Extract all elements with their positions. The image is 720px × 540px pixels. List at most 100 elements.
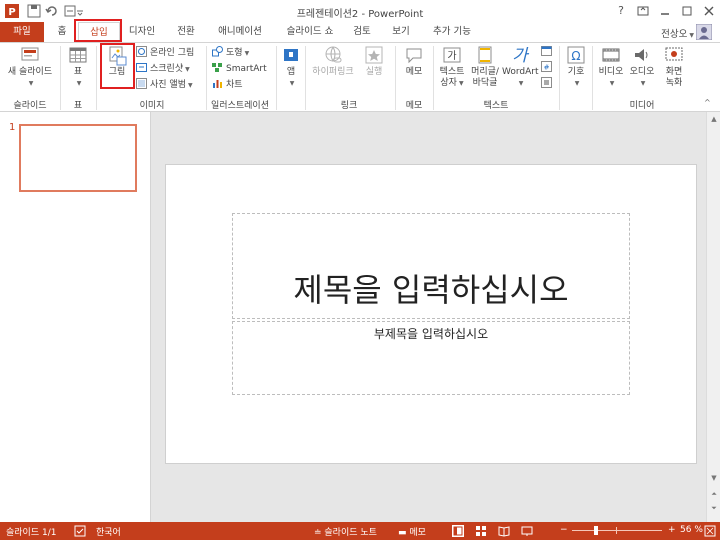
- object-button[interactable]: [541, 77, 555, 91]
- video-button[interactable]: 비디오 ▼: [596, 45, 626, 89]
- smartart-icon: [212, 62, 223, 73]
- photo-album-icon: [136, 78, 147, 89]
- ribbon-display-options-icon[interactable]: [632, 2, 654, 20]
- vertical-scrollbar[interactable]: ▲ ▼ ⏶ ⏷: [706, 112, 720, 522]
- minimize-icon[interactable]: [654, 2, 676, 20]
- zoom-out-button[interactable]: −: [560, 525, 568, 535]
- group-separator: [559, 46, 560, 110]
- slide-thumbnail-panel: 1: [0, 112, 151, 522]
- omega-icon: Ω: [566, 45, 586, 65]
- hyperlink-label: 하이퍼링크: [312, 67, 354, 77]
- photo-album-label: 사진 앨범: [150, 80, 186, 90]
- group-separator: [433, 46, 434, 110]
- shapes-icon: [212, 46, 223, 57]
- previous-slide-icon[interactable]: ⏶: [709, 490, 719, 500]
- comments-button[interactable]: ▬ 메모: [398, 525, 426, 538]
- new-slide-label: 새 슬라이드: [7, 67, 53, 77]
- header-footer-icon: [475, 45, 495, 65]
- slide-thumbnail[interactable]: [19, 124, 137, 192]
- tab-animations[interactable]: 애니메이션: [208, 22, 272, 42]
- wordart-button[interactable]: 가 WordArt ▼: [502, 45, 539, 89]
- slide-thumbnail-number: 1: [9, 122, 16, 133]
- screen-recording-icon: [664, 45, 684, 65]
- svg-text:Ω: Ω: [571, 49, 580, 63]
- avatar[interactable]: [695, 23, 713, 41]
- restore-icon[interactable]: [676, 2, 698, 20]
- comment-label: 메모: [405, 67, 423, 77]
- collapse-ribbon-icon[interactable]: ^: [704, 98, 711, 107]
- shapes-button[interactable]: 도형 ▼: [212, 46, 249, 60]
- scroll-up-icon[interactable]: ▲: [709, 115, 719, 125]
- screenshot-button[interactable]: 스크린샷 ▼: [136, 62, 190, 76]
- table-label: 표: [73, 67, 83, 77]
- new-slide-icon: [20, 45, 40, 65]
- title-placeholder[interactable]: 제목을 입력하십시오: [232, 213, 630, 319]
- tab-slide-show[interactable]: 슬라이드 쇼: [278, 22, 342, 42]
- next-slide-icon[interactable]: ⏷: [709, 504, 719, 514]
- table-icon: [68, 45, 88, 65]
- slide-show-icon[interactable]: [521, 525, 533, 537]
- slide-number-icon: #: [541, 61, 552, 72]
- tab-add-ins[interactable]: 추가 기능: [424, 22, 480, 42]
- slide-canvas[interactable]: 제목을 입력하십시오 부제목을 입력하십시오: [165, 164, 697, 464]
- apps-label: 앱: [286, 67, 296, 77]
- group-label-images: 이미지: [139, 101, 165, 111]
- online-picture-button[interactable]: 온라인 그림: [136, 46, 194, 60]
- action-button[interactable]: 실행: [360, 45, 388, 78]
- textbox-button[interactable]: 가 텍스트 상자 ▼: [436, 45, 468, 89]
- tab-view[interactable]: 보기: [384, 22, 418, 42]
- slide-editing-area: 제목을 입력하십시오 부제목을 입력하십시오: [152, 112, 720, 522]
- zoom-slider-center-tick: [616, 527, 617, 534]
- tab-file[interactable]: 파일: [0, 22, 44, 42]
- tab-review[interactable]: 검토: [346, 22, 378, 42]
- screen-recording-label-2: 녹화: [665, 78, 683, 88]
- wordart-label: WordArt: [502, 67, 539, 77]
- fit-to-window-icon[interactable]: [704, 525, 716, 537]
- zoom-level[interactable]: 56 %: [680, 525, 703, 535]
- group-label-links: 링크: [340, 101, 358, 111]
- comment-button[interactable]: 메모: [400, 45, 428, 78]
- chevron-down-icon: ▼: [244, 50, 250, 57]
- screen-recording-label-1: 화면: [665, 67, 683, 77]
- language-indicator[interactable]: 한국어: [96, 525, 121, 538]
- table-button[interactable]: 표 ▼: [64, 45, 92, 89]
- spell-check-icon[interactable]: [74, 525, 86, 537]
- header-footer-button[interactable]: 머리글/ 바닥글: [468, 45, 502, 89]
- subtitle-placeholder[interactable]: 부제목을 입력하십시오: [232, 321, 630, 395]
- help-button[interactable]: ?: [610, 2, 632, 20]
- zoom-in-button[interactable]: +: [668, 525, 676, 535]
- user-account-name[interactable]: 전상오 ▼: [661, 26, 694, 40]
- zoom-slider-thumb[interactable]: [594, 526, 599, 535]
- tab-home[interactable]: 홈: [50, 22, 74, 42]
- tab-transitions[interactable]: 전환: [168, 22, 204, 42]
- audio-button[interactable]: 오디오 ▼: [627, 45, 657, 89]
- group-label-illustrations: 일러스트레이션: [211, 101, 269, 111]
- svg-text:#: #: [544, 64, 550, 72]
- chevron-down-icon: ▼: [518, 80, 524, 87]
- apps-button[interactable]: 앱 ▼: [280, 45, 302, 89]
- symbols-button[interactable]: Ω 기호 ▼: [563, 45, 589, 89]
- tab-design[interactable]: 디자인: [122, 22, 162, 42]
- hyperlink-button[interactable]: 하이퍼링크: [308, 45, 358, 78]
- slide-sorter-icon[interactable]: [475, 525, 487, 537]
- notes-button[interactable]: ≐ 슬라이드 노트: [314, 525, 377, 538]
- screen-recording-button[interactable]: 화면 녹화: [659, 45, 689, 89]
- comments-label: 메모: [409, 528, 426, 538]
- group-separator: [60, 46, 61, 110]
- video-icon: [601, 45, 621, 65]
- group-label-text: 텍스트: [483, 101, 509, 111]
- scroll-down-icon[interactable]: ▼: [709, 474, 719, 484]
- chevron-down-icon: ▼: [640, 80, 646, 87]
- slide-number-button[interactable]: #: [541, 61, 555, 75]
- photo-album-button[interactable]: 사진 앨범 ▼: [136, 78, 193, 92]
- smartart-button[interactable]: SmartArt: [212, 62, 267, 76]
- new-slide-button[interactable]: 새 슬라이드 ▼: [4, 45, 56, 89]
- date-time-button[interactable]: [541, 45, 555, 59]
- action-label: 실행: [365, 67, 383, 77]
- zoom-slider[interactable]: [572, 526, 662, 535]
- close-icon[interactable]: [698, 2, 720, 20]
- normal-view-icon[interactable]: [452, 525, 464, 537]
- chevron-down-icon: ▼: [574, 80, 580, 87]
- reading-view-icon[interactable]: [498, 525, 510, 537]
- chart-button[interactable]: 차트: [212, 78, 243, 92]
